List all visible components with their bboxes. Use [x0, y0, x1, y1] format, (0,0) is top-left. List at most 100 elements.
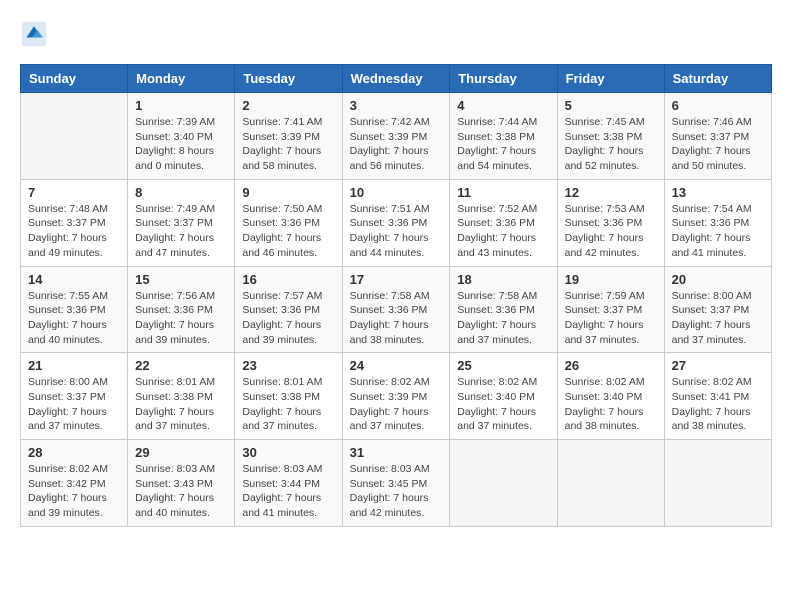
- day-cell: 28 Sunrise: 8:02 AMSunset: 3:42 PMDayligh…: [21, 440, 128, 527]
- day-info: Sunrise: 7:42 AMSunset: 3:39 PMDaylight:…: [350, 115, 443, 174]
- day-cell: 24 Sunrise: 8:02 AMSunset: 3:39 PMDayligh…: [342, 353, 450, 440]
- day-number: 30: [242, 445, 334, 460]
- day-info: Sunrise: 8:03 AMSunset: 3:45 PMDaylight:…: [350, 462, 443, 521]
- day-number: 15: [135, 272, 227, 287]
- day-cell: 11 Sunrise: 7:52 AMSunset: 3:36 PMDayligh…: [450, 179, 557, 266]
- day-number: 8: [135, 185, 227, 200]
- day-number: 25: [457, 358, 549, 373]
- day-cell: 26Sunrise: 8:02 AMSunset: 3:40 PMDayligh…: [557, 353, 664, 440]
- day-info: Sunrise: 7:46 AMSunset: 3:37 PMDaylight:…: [672, 115, 764, 174]
- logo: [20, 20, 52, 48]
- day-number: 11: [457, 185, 549, 200]
- day-cell: 19 Sunrise: 7:59 AMSunset: 3:37 PMDayligh…: [557, 266, 664, 353]
- day-number: 1: [135, 98, 227, 113]
- week-row-3: 14Sunrise: 7:55 AMSunset: 3:36 PMDayligh…: [21, 266, 772, 353]
- day-info: Sunrise: 8:02 AMSunset: 3:39 PMDaylight:…: [350, 375, 443, 434]
- day-cell: 10Sunrise: 7:51 AMSunset: 3:36 PMDayligh…: [342, 179, 450, 266]
- day-info: Sunrise: 7:52 AMSunset: 3:36 PMDaylight:…: [457, 202, 549, 261]
- day-cell: 1 Sunrise: 7:39 AMSunset: 3:40 PMDaylight…: [128, 93, 235, 180]
- day-cell: 7 Sunrise: 7:48 AMSunset: 3:37 PMDaylight…: [21, 179, 128, 266]
- day-number: 17: [350, 272, 443, 287]
- day-cell: 13 Sunrise: 7:54 AMSunset: 3:36 PMDayligh…: [664, 179, 771, 266]
- day-number: 5: [565, 98, 657, 113]
- header-tuesday: Tuesday: [235, 65, 342, 93]
- day-number: 28: [28, 445, 120, 460]
- day-number: 9: [242, 185, 334, 200]
- day-info: Sunrise: 8:03 AMSunset: 3:44 PMDaylight:…: [242, 462, 334, 521]
- day-cell: 8Sunrise: 7:49 AMSunset: 3:37 PMDaylight…: [128, 179, 235, 266]
- day-number: 3: [350, 98, 443, 113]
- day-cell: 29Sunrise: 8:03 AMSunset: 3:43 PMDayligh…: [128, 440, 235, 527]
- day-info: Sunrise: 7:53 AMSunset: 3:36 PMDaylight:…: [565, 202, 657, 261]
- day-info: Sunrise: 7:55 AMSunset: 3:36 PMDaylight:…: [28, 289, 120, 348]
- day-info: Sunrise: 8:02 AMSunset: 3:42 PMDaylight:…: [28, 462, 120, 521]
- day-number: 27: [672, 358, 764, 373]
- header-friday: Friday: [557, 65, 664, 93]
- header-row: SundayMondayTuesdayWednesdayThursdayFrid…: [21, 65, 772, 93]
- day-cell: [450, 440, 557, 527]
- day-info: Sunrise: 7:57 AMSunset: 3:36 PMDaylight:…: [242, 289, 334, 348]
- day-info: Sunrise: 7:56 AMSunset: 3:36 PMDaylight:…: [135, 289, 227, 348]
- day-cell: 25 Sunrise: 8:02 AMSunset: 3:40 PMDayligh…: [450, 353, 557, 440]
- week-row-5: 28 Sunrise: 8:02 AMSunset: 3:42 PMDayligh…: [21, 440, 772, 527]
- day-number: 2: [242, 98, 334, 113]
- header-saturday: Saturday: [664, 65, 771, 93]
- day-cell: 22 Sunrise: 8:01 AMSunset: 3:38 PMDayligh…: [128, 353, 235, 440]
- day-cell: 21 Sunrise: 8:00 AMSunset: 3:37 PMDayligh…: [21, 353, 128, 440]
- day-info: Sunrise: 7:54 AMSunset: 3:36 PMDaylight:…: [672, 202, 764, 261]
- day-cell: 4 Sunrise: 7:44 AMSunset: 3:38 PMDaylight…: [450, 93, 557, 180]
- day-cell: 3 Sunrise: 7:42 AMSunset: 3:39 PMDaylight…: [342, 93, 450, 180]
- day-number: 29: [135, 445, 227, 460]
- day-info: Sunrise: 7:48 AMSunset: 3:37 PMDaylight:…: [28, 202, 120, 261]
- header-wednesday: Wednesday: [342, 65, 450, 93]
- day-info: Sunrise: 8:02 AMSunset: 3:41 PMDaylight:…: [672, 375, 764, 434]
- day-number: 26: [565, 358, 657, 373]
- week-row-4: 21 Sunrise: 8:00 AMSunset: 3:37 PMDayligh…: [21, 353, 772, 440]
- day-cell: [21, 93, 128, 180]
- day-number: 23: [242, 358, 334, 373]
- day-number: 12: [565, 185, 657, 200]
- day-number: 16: [242, 272, 334, 287]
- day-info: Sunrise: 8:02 AMSunset: 3:40 PMDaylight:…: [457, 375, 549, 434]
- day-number: 6: [672, 98, 764, 113]
- day-number: 18: [457, 272, 549, 287]
- day-cell: 6 Sunrise: 7:46 AMSunset: 3:37 PMDaylight…: [664, 93, 771, 180]
- day-number: 21: [28, 358, 120, 373]
- day-cell: 18 Sunrise: 7:58 AMSunset: 3:36 PMDayligh…: [450, 266, 557, 353]
- day-info: Sunrise: 7:58 AMSunset: 3:36 PMDaylight:…: [350, 289, 443, 348]
- day-number: 24: [350, 358, 443, 373]
- page-header: [20, 20, 772, 48]
- day-cell: [664, 440, 771, 527]
- day-cell: 31Sunrise: 8:03 AMSunset: 3:45 PMDayligh…: [342, 440, 450, 527]
- day-cell: 2 Sunrise: 7:41 AMSunset: 3:39 PMDaylight…: [235, 93, 342, 180]
- day-info: Sunrise: 7:45 AMSunset: 3:38 PMDaylight:…: [565, 115, 657, 174]
- day-cell: 9 Sunrise: 7:50 AMSunset: 3:36 PMDaylight…: [235, 179, 342, 266]
- day-number: 13: [672, 185, 764, 200]
- day-number: 22: [135, 358, 227, 373]
- day-cell: 27 Sunrise: 8:02 AMSunset: 3:41 PMDayligh…: [664, 353, 771, 440]
- day-cell: 30 Sunrise: 8:03 AMSunset: 3:44 PMDayligh…: [235, 440, 342, 527]
- day-info: Sunrise: 7:44 AMSunset: 3:38 PMDaylight:…: [457, 115, 549, 174]
- day-number: 10: [350, 185, 443, 200]
- day-number: 7: [28, 185, 120, 200]
- logo-icon: [20, 20, 48, 48]
- day-info: Sunrise: 7:58 AMSunset: 3:36 PMDaylight:…: [457, 289, 549, 348]
- day-info: Sunrise: 8:01 AMSunset: 3:38 PMDaylight:…: [135, 375, 227, 434]
- day-number: 4: [457, 98, 549, 113]
- day-cell: 20Sunrise: 8:00 AMSunset: 3:37 PMDayligh…: [664, 266, 771, 353]
- day-cell: 15 Sunrise: 7:56 AMSunset: 3:36 PMDayligh…: [128, 266, 235, 353]
- day-info: Sunrise: 7:59 AMSunset: 3:37 PMDaylight:…: [565, 289, 657, 348]
- day-info: Sunrise: 7:41 AMSunset: 3:39 PMDaylight:…: [242, 115, 334, 174]
- week-row-1: 1 Sunrise: 7:39 AMSunset: 3:40 PMDaylight…: [21, 93, 772, 180]
- day-info: Sunrise: 8:00 AMSunset: 3:37 PMDaylight:…: [28, 375, 120, 434]
- day-cell: 16 Sunrise: 7:57 AMSunset: 3:36 PMDayligh…: [235, 266, 342, 353]
- week-row-2: 7 Sunrise: 7:48 AMSunset: 3:37 PMDaylight…: [21, 179, 772, 266]
- header-monday: Monday: [128, 65, 235, 93]
- header-thursday: Thursday: [450, 65, 557, 93]
- day-cell: 12 Sunrise: 7:53 AMSunset: 3:36 PMDayligh…: [557, 179, 664, 266]
- day-cell: 14Sunrise: 7:55 AMSunset: 3:36 PMDayligh…: [21, 266, 128, 353]
- day-cell: [557, 440, 664, 527]
- day-number: 19: [565, 272, 657, 287]
- day-info: Sunrise: 7:39 AMSunset: 3:40 PMDaylight:…: [135, 115, 227, 174]
- day-info: Sunrise: 7:50 AMSunset: 3:36 PMDaylight:…: [242, 202, 334, 261]
